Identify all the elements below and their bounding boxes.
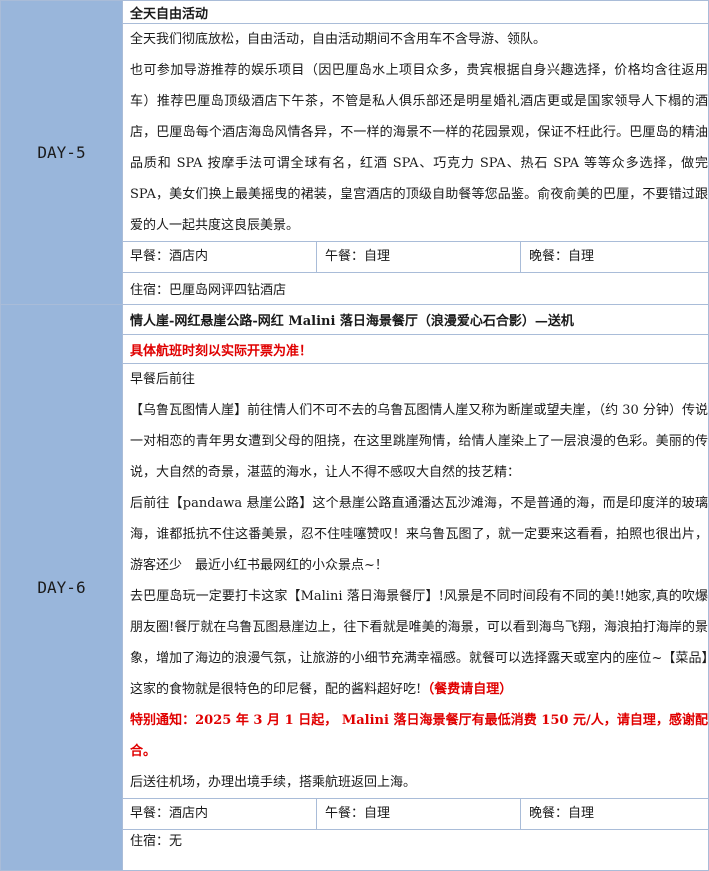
- day-5-description: 全天我们彻底放松，自由活动，自由活动期间不含用车不含导游、领队。 也可参加导游推…: [122, 23, 709, 242]
- day-6-special-notice: 特别通知：2025 年 3 月 1 日起， Malini 落日海景餐厅有最低消费…: [130, 713, 708, 759]
- day-6-paragraph: 【乌鲁瓦图情人崖】前往情人们不可不去的乌鲁瓦图情人崖又称为断崖或望夫崖，（约 3…: [130, 403, 708, 480]
- day-5-breakfast: 早餐：酒店内: [130, 249, 209, 264]
- day-5-title: 全天自由活动: [122, 0, 709, 24]
- day-5-paragraph: 也可参加导游推荐的娱乐项目（因巴厘岛水上项目众多，贵宾根据自身兴趣选择，价格均含…: [130, 63, 708, 233]
- day-6-malini-text: 去巴厘岛玩一定要打卡这家【Malini 落日海景餐厅】!风景是不同时间段有不同的…: [130, 589, 708, 697]
- day-6-accommodation: 住宿：无: [122, 829, 709, 871]
- day-6-meal-fee-note: （餐费请自理）: [421, 682, 513, 697]
- day-6-paragraph: 去巴厘岛玩一定要打卡这家【Malini 落日海景餐厅】!风景是不同时间段有不同的…: [130, 581, 708, 705]
- day-6-flight-note: 具体航班时刻以实际开票为准！: [122, 334, 709, 364]
- day-5-accommodation: 住宿：巴厘岛网评四钻酒店: [122, 272, 709, 305]
- day-6-paragraph: 早餐后前往: [130, 372, 196, 387]
- day-6-description: 早餐后前往 【乌鲁瓦图情人崖】前往情人们不可不去的乌鲁瓦图情人崖又称为断崖或望夫…: [122, 363, 709, 799]
- day-5-label: DAY-5: [0, 0, 123, 305]
- day-6-breakfast: 早餐：酒店内: [130, 806, 209, 821]
- day-6-title: 情人崖-网红悬崖公路-网红 Malini 落日海景餐厅（浪漫爱心石合影）—送机: [122, 304, 709, 335]
- day-5-meals: 早餐：酒店内 午餐：自理 晚餐：自理: [122, 241, 709, 273]
- itinerary-table: DAY-5 全天自由活动 全天我们彻底放松，自由活动，自由活动期间不含用车不含导…: [0, 0, 709, 871]
- day-6-dinner: 晚餐：自理: [520, 799, 708, 829]
- day-5-paragraph: 全天我们彻底放松，自由活动，自由活动期间不含用车不含导游、领队。: [130, 32, 547, 47]
- day-6-lunch: 午餐：自理: [316, 799, 520, 829]
- day-6-paragraph: 后前往【pandawa 悬崖公路】这个悬崖公路直通潘达瓦沙滩海，不是普通的海，而…: [130, 496, 708, 573]
- day-6-label: DAY-6: [0, 304, 123, 871]
- day-5-lunch: 午餐：自理: [316, 242, 520, 272]
- day-5-dinner: 晚餐：自理: [520, 242, 708, 272]
- day-6-meals: 早餐：酒店内 午餐：自理 晚餐：自理: [122, 798, 709, 830]
- day-6-paragraph: 后送往机场，办理出境手续，搭乘航班返回上海。: [130, 775, 417, 790]
